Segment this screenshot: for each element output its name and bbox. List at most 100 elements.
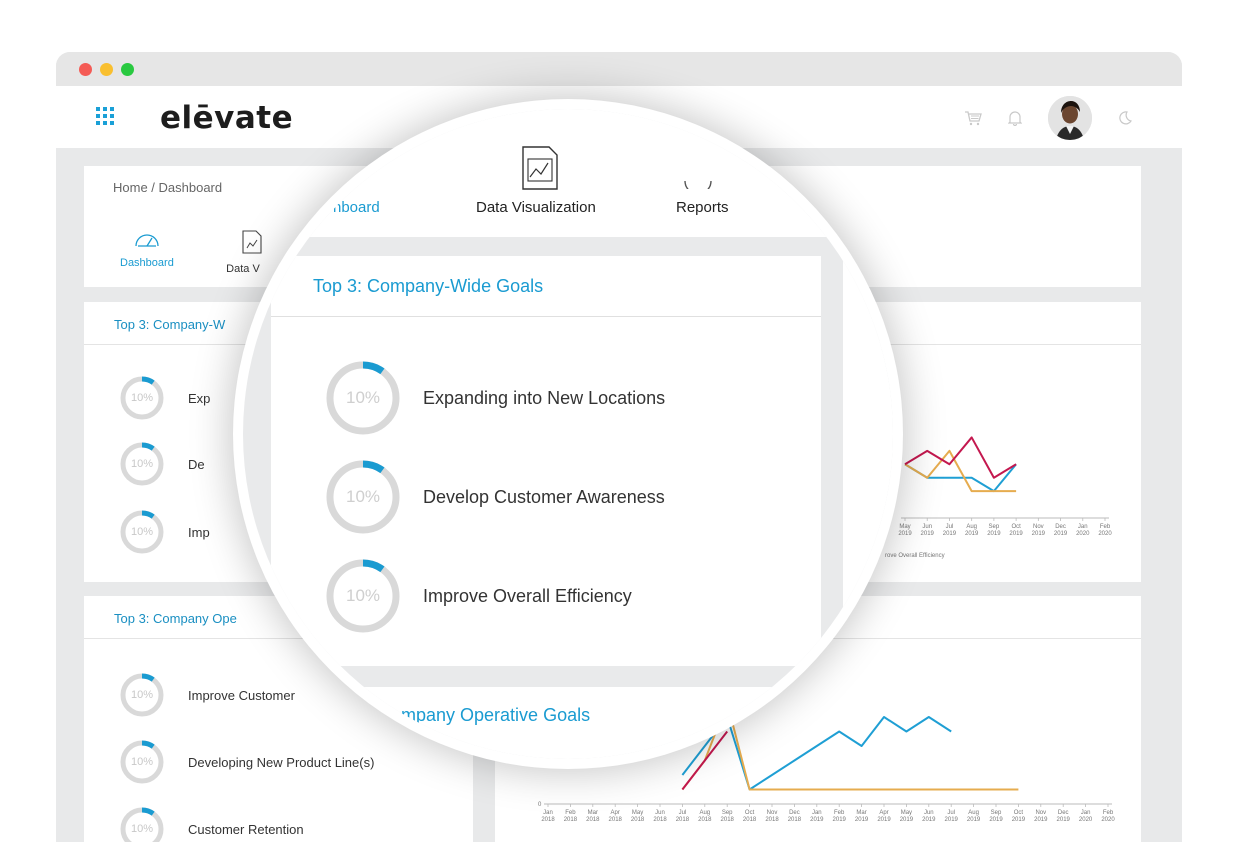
x-tick-label: Sep 2018	[721, 810, 735, 823]
x-tick-label: Jul 2019	[945, 810, 959, 823]
goal-item[interactable]: 10% Develop Customer Awareness	[325, 459, 665, 535]
card-title: Top 3: Company Ope	[114, 611, 237, 626]
goal-item[interactable]: 10% Expanding into New Locations	[325, 360, 665, 436]
x-tick-label: Jan 2018	[541, 810, 555, 823]
goal-label: Develop Customer Awareness	[423, 486, 665, 507]
x-tick-label: Nov 2019	[1034, 810, 1048, 823]
progress-ring: 10%	[120, 673, 164, 717]
goal-label: Improve Overall Efficiency	[423, 585, 632, 606]
progress-ring: 10%	[325, 459, 401, 535]
tab-dashboard[interactable]: hboard	[333, 199, 380, 216]
x-tick-label: Sep 2019	[987, 524, 1001, 537]
progress-ring: 10%	[325, 360, 401, 436]
tab-reports[interactable]: Reports	[676, 199, 729, 216]
x-tick-label: Jun 2018	[653, 810, 667, 823]
progress-percent: 10%	[345, 586, 381, 605]
series-line-0	[904, 463, 1017, 493]
progress-percent: 10%	[345, 388, 381, 407]
x-tick-label: Dec 2019	[1054, 524, 1068, 537]
goal-item[interactable]: 10% Imp	[120, 509, 210, 555]
goal-label: Imp	[188, 524, 210, 540]
goal-label: Customer Retention	[188, 821, 304, 837]
avatar[interactable]	[1048, 96, 1092, 140]
goal-item[interactable]: 10% Exp	[120, 375, 210, 421]
x-tick-label: Dec 2019	[1057, 810, 1071, 823]
x-tick-label: Jun 2019	[921, 524, 935, 537]
tab-dashboard-label: Dashboard	[120, 257, 174, 269]
goal-item[interactable]: 10% Customer Retention	[120, 806, 304, 842]
apps-grid-icon[interactable]	[96, 107, 114, 125]
progress-percent: 10%	[130, 392, 154, 404]
x-tick-label: Jul 2018	[676, 810, 690, 823]
x-tick-label: Oct 2019	[1012, 810, 1026, 823]
goal-label: Exp	[188, 390, 211, 406]
header-actions	[964, 96, 1134, 140]
x-tick-label: May 2018	[631, 810, 645, 823]
maximize-window-button[interactable]	[121, 63, 134, 76]
breadcrumb[interactable]: Home / Dashboard	[113, 180, 222, 195]
magnifier-lens: hboard Data Visualization Reports Top 3:…	[243, 109, 893, 759]
moon-icon[interactable]	[1116, 109, 1134, 127]
company-wide-line-chart: May 2019 Jun 2019 Jul 2019 Aug 2019 Sep 2019 Oct 20…	[885, 436, 1112, 559]
goal-item[interactable]: 10% Improve Overall Efficiency	[325, 558, 632, 634]
close-window-button[interactable]	[79, 63, 92, 76]
x-tick-label: Aug 2019	[965, 524, 979, 537]
x-tick-label: Nov 2018	[765, 810, 779, 823]
bell-icon[interactable]	[1006, 109, 1024, 127]
x-tick-label: Mar 2019	[855, 810, 869, 823]
progress-percent: 10%	[130, 689, 154, 701]
goal-item[interactable]: 10% De	[120, 441, 205, 487]
goal-label: De	[188, 456, 205, 472]
progress-percent: 10%	[345, 487, 381, 506]
legend-label: rove Overall Efficiency	[885, 553, 945, 559]
divider	[271, 316, 821, 317]
x-tick-label: Nov 2019	[1032, 524, 1046, 537]
x-tick-label: Feb 2020	[1098, 524, 1112, 537]
card-title: mpany Operative Goals	[401, 705, 591, 725]
x-tick-label: Aug 2018	[698, 810, 712, 823]
magnified-goals-card: Top 3: Company-Wide Goals 10% Expanding …	[271, 256, 821, 666]
magnified-header: hboard Data Visualization Reports	[243, 109, 893, 237]
minimize-window-button[interactable]	[100, 63, 113, 76]
x-tick-label: Feb 2020	[1101, 810, 1115, 823]
progress-ring: 10%	[120, 740, 164, 784]
x-tick-label: May 2019	[900, 810, 914, 823]
x-tick-label: Aug 2019	[967, 810, 981, 823]
progress-percent: 10%	[130, 526, 154, 538]
title-bar	[56, 52, 1182, 86]
chart-document-icon	[522, 146, 558, 190]
x-tick-label: Jan 2020	[1079, 810, 1093, 823]
goal-label: Expanding into New Locations	[423, 387, 666, 408]
tab-data-visualization[interactable]: Data Visualization	[476, 199, 596, 216]
progress-percent: 10%	[130, 458, 154, 470]
progress-ring: 10%	[120, 376, 164, 420]
x-tick-label: Jan 2019	[810, 810, 824, 823]
cart-icon[interactable]	[964, 109, 982, 127]
progress-ring: 10%	[325, 558, 401, 634]
x-tick-label: Jul 2019	[943, 524, 957, 537]
progress-percent: 10%	[130, 823, 154, 835]
progress-ring: 10%	[120, 807, 164, 842]
x-tick-label: Oct 2019	[1009, 524, 1023, 537]
x-tick-label: Jun 2019	[922, 810, 936, 823]
x-tick-label: Feb 2018	[564, 810, 578, 823]
x-tick-label: Apr 2018	[609, 810, 623, 823]
magnified-operative-card: mpany Operative Goals	[271, 687, 821, 759]
x-tick-label: Feb 2019	[833, 810, 847, 823]
x-tick-label: Oct 2018	[743, 810, 757, 823]
reports-icon	[684, 180, 712, 189]
progress-ring: 10%	[120, 442, 164, 486]
x-tick-label: May 2019	[898, 524, 912, 537]
x-tick-label: Dec 2018	[788, 810, 802, 823]
x-tick-label: Apr 2019	[877, 810, 891, 823]
gauge-icon	[135, 234, 159, 247]
x-tick-label: Jan 2020	[1076, 524, 1090, 537]
progress-ring: 10%	[120, 510, 164, 554]
progress-percent: 10%	[130, 756, 154, 768]
card-title: Top 3: Company-W	[114, 317, 226, 332]
card-title: Top 3: Company-Wide Goals	[313, 276, 544, 296]
x-tick-label: Mar 2018	[586, 810, 600, 823]
magnified-chart-card-edge	[843, 256, 893, 666]
tab-dashboard[interactable]: Dashboard	[120, 230, 174, 269]
y-tick-label: 0	[538, 802, 542, 808]
